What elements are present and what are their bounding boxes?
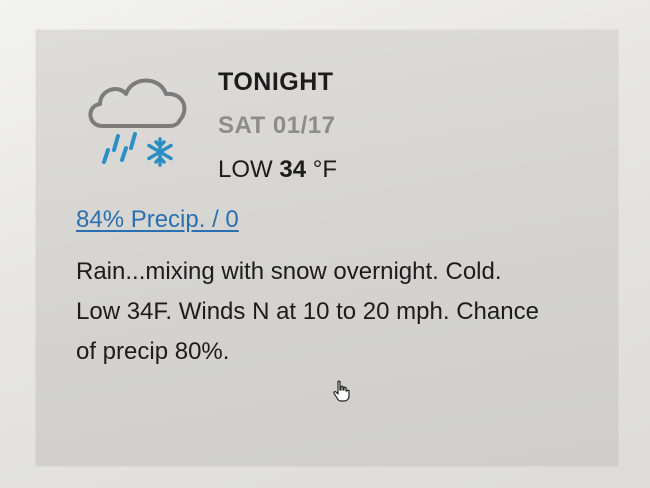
precip-link[interactable]: 84% Precip. / 0 xyxy=(76,206,239,234)
forecast-date: SAT 01/17 xyxy=(218,112,336,139)
hand-cursor-icon xyxy=(333,380,350,402)
forecast-period: TONIGHT xyxy=(218,68,334,96)
cloud-rain-snow-icon xyxy=(88,78,187,167)
low-temperature: LOW 34 °F xyxy=(218,156,337,184)
forecast-description: Rain...mixing with snow overnight. Cold.… xyxy=(76,258,539,365)
forecast-card: TONIGHT SAT 01/17 LOW 34 °F 84% Precip. … xyxy=(36,30,618,466)
low-value: 34 xyxy=(279,156,307,183)
screen: TONIGHT SAT 01/17 LOW 34 °F 84% Precip. … xyxy=(0,0,650,488)
low-prefix: LOW xyxy=(218,156,273,183)
low-unit: °F xyxy=(312,156,337,183)
